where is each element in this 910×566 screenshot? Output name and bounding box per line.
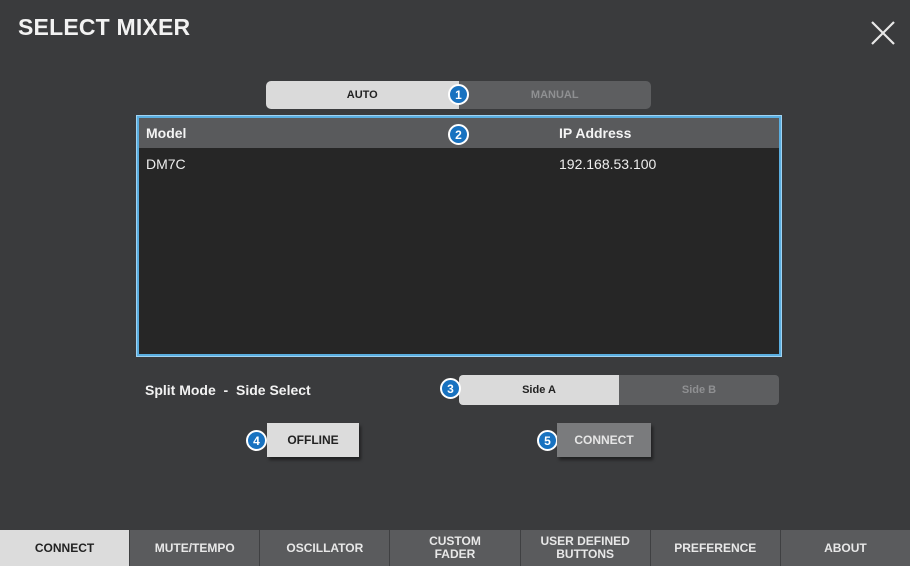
callout-badge-5: 5 [537, 430, 558, 451]
mixer-ip-cell: 192.168.53.100 [559, 156, 657, 172]
tab-preference[interactable]: PREFERENCE [651, 530, 781, 566]
tab-user-defined-buttons[interactable]: USER DEFINED BUTTONS [521, 530, 651, 566]
callout-badge-1: 1 [448, 84, 469, 105]
column-header-ip-address: IP Address [559, 125, 632, 141]
callout-badge-4: 4 [246, 430, 267, 451]
column-header-model: Model [146, 125, 187, 141]
callout-badge-3: 3 [440, 378, 461, 399]
bottom-tab-bar: CONNECT MUTE/TEMPO OSCILLATOR CUSTOM FAD… [0, 530, 910, 566]
auto-mode-button[interactable]: AUTO [266, 81, 459, 109]
offline-button[interactable]: OFFLINE [267, 423, 359, 457]
tab-connect[interactable]: CONNECT [0, 530, 131, 566]
side-b-button[interactable]: Side B [619, 375, 779, 405]
mixer-list[interactable]: Model IP Address DM7C 192.168.53.100 [137, 116, 781, 356]
side-a-button[interactable]: Side A [459, 375, 619, 405]
close-icon[interactable] [868, 18, 898, 48]
tab-about[interactable]: ABOUT [781, 530, 910, 566]
connect-button[interactable]: CONNECT [557, 423, 651, 457]
table-row[interactable]: DM7C 192.168.53.100 [139, 148, 779, 180]
tab-custom-fader[interactable]: CUSTOM FADER [390, 530, 521, 566]
callout-badge-2: 2 [448, 124, 469, 145]
tab-mute-tempo[interactable]: MUTE/TEMPO [130, 530, 261, 566]
split-mode-label: Split Mode - Side Select [145, 382, 311, 398]
manual-mode-button[interactable]: MANUAL [458, 81, 651, 109]
tab-oscillator[interactable]: OSCILLATOR [260, 530, 391, 566]
dialog-title: SELECT MIXER [18, 14, 191, 40]
mixer-model-cell: DM7C [146, 156, 186, 172]
side-select-toggle: Side A Side B [459, 375, 779, 405]
